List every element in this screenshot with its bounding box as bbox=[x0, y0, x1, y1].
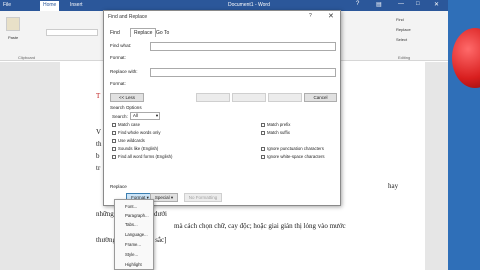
replace-format-label: Format: bbox=[110, 81, 126, 86]
find-button[interactable]: Find bbox=[396, 17, 404, 22]
paste-icon[interactable] bbox=[6, 17, 20, 31]
doc-line: mà cách chọn chữ, cay độc; hoặc giai giả… bbox=[174, 222, 346, 230]
doc-line: T bbox=[96, 92, 101, 100]
tab-find[interactable]: Find bbox=[110, 30, 120, 36]
doc-line: hay bbox=[388, 182, 399, 190]
option-label: Match case bbox=[118, 122, 140, 127]
paste-label: Paste bbox=[8, 35, 19, 40]
match-suffix-checkbox[interactable]: Match suffix bbox=[261, 130, 290, 135]
replace-with-label: Replace with: bbox=[110, 69, 138, 74]
search-direction-value: All bbox=[133, 113, 138, 118]
dialog-close-icon[interactable]: ✕ bbox=[328, 12, 334, 20]
find-what-input[interactable] bbox=[150, 42, 336, 51]
tab-replace[interactable]: Replace bbox=[130, 28, 157, 37]
clipboard-group-label: Clipboard bbox=[18, 55, 36, 60]
option-label: Ignore white-space characters bbox=[267, 154, 325, 159]
window-title: Document1 - Word bbox=[228, 2, 270, 8]
sounds-like-checkbox[interactable]: Sounds like (English) bbox=[112, 146, 158, 151]
maximize-icon[interactable]: □ bbox=[416, 1, 420, 7]
replace-with-input[interactable] bbox=[150, 68, 336, 77]
font-name-box[interactable] bbox=[46, 29, 98, 36]
option-label: Find whole words only bbox=[118, 130, 161, 135]
ignore-punctuation-checkbox[interactable]: Ignore punctuation characters bbox=[261, 146, 324, 151]
help-icon[interactable]: ? bbox=[356, 1, 359, 7]
minimize-icon[interactable]: — bbox=[398, 1, 404, 7]
menu-item-font[interactable]: Font... bbox=[125, 204, 137, 209]
search-label: Search: bbox=[112, 114, 128, 119]
cancel-button[interactable]: Cancel bbox=[304, 93, 337, 102]
search-options-label: Search Options bbox=[110, 105, 142, 110]
doc-line: th bbox=[96, 140, 102, 148]
tab-file[interactable]: File bbox=[3, 2, 11, 8]
menu-item-highlight[interactable]: Highlight bbox=[125, 262, 142, 267]
tab-goto[interactable]: Go To bbox=[156, 30, 169, 36]
menu-item-frame[interactable]: Frame... bbox=[125, 242, 141, 247]
dialog-title: Find and Replace bbox=[108, 14, 148, 20]
word-forms-checkbox[interactable]: Find all word forms (English) bbox=[112, 154, 172, 159]
search-direction-select[interactable]: All ▾ bbox=[130, 112, 160, 120]
no-formatting-button: No Formatting bbox=[184, 193, 222, 202]
format-dropdown-menu: Font... Paragraph... Tabs... Language...… bbox=[114, 199, 154, 270]
whole-words-checkbox[interactable]: Find whole words only bbox=[112, 130, 161, 135]
chevron-down-icon: ▾ bbox=[155, 113, 158, 118]
option-label: Find all word forms (English) bbox=[118, 154, 173, 159]
wildcards-checkbox[interactable]: Use wildcards bbox=[112, 138, 145, 143]
find-replace-dialog: Find and Replace ? ✕ Find Replace Go To … bbox=[103, 10, 341, 206]
match-prefix-checkbox[interactable]: Match prefix bbox=[261, 122, 290, 127]
dialog-help-icon[interactable]: ? bbox=[309, 13, 312, 19]
option-label: Use wildcards bbox=[118, 138, 145, 143]
replace-button-dialog bbox=[196, 93, 230, 102]
option-label: Match prefix bbox=[267, 122, 291, 127]
menu-item-style[interactable]: Style... bbox=[125, 252, 138, 257]
option-label: Ignore punctuation characters bbox=[267, 146, 324, 151]
less-button[interactable]: << Less bbox=[110, 93, 144, 102]
tab-insert[interactable]: Insert bbox=[70, 2, 83, 8]
ribbon-display-icon[interactable]: ▤ bbox=[376, 1, 382, 8]
option-label: Sounds like (English) bbox=[118, 146, 159, 151]
match-case-checkbox[interactable]: Match case bbox=[112, 122, 140, 127]
doc-line: tr bbox=[96, 164, 101, 172]
menu-item-language[interactable]: Language... bbox=[125, 232, 148, 237]
menu-item-tabs[interactable]: Tabs... bbox=[125, 222, 138, 227]
menu-item-paragraph[interactable]: Paragraph... bbox=[125, 213, 149, 218]
close-icon[interactable]: ✕ bbox=[434, 1, 439, 8]
special-button[interactable]: Special ▾ bbox=[150, 193, 178, 202]
option-label: Match suffix bbox=[267, 130, 290, 135]
find-what-label: Find what: bbox=[110, 43, 132, 48]
find-format-label: Format: bbox=[110, 55, 126, 60]
find-next-button bbox=[268, 93, 302, 102]
doc-line: b bbox=[96, 152, 100, 160]
editing-group-label: Editing bbox=[398, 55, 411, 60]
replace-button[interactable]: Replace bbox=[396, 27, 411, 32]
replace-all-button bbox=[232, 93, 266, 102]
doc-line: V bbox=[96, 128, 102, 136]
replace-section-label: Replace bbox=[110, 184, 127, 189]
select-button[interactable]: Select bbox=[396, 37, 407, 42]
tab-home[interactable]: Home bbox=[40, 1, 60, 11]
ignore-whitespace-checkbox[interactable]: Ignore white-space characters bbox=[261, 154, 325, 159]
